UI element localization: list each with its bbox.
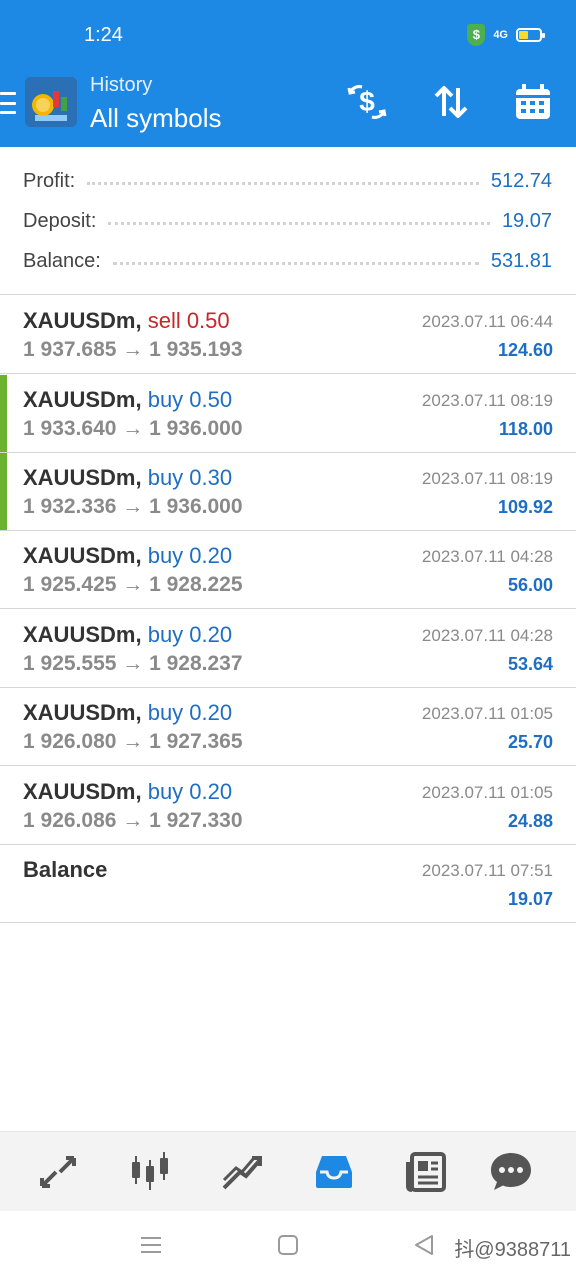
trade-icon[interactable] <box>220 1150 264 1194</box>
deal-profit: 124.60 <box>497 340 553 360</box>
deal-symbol: Balance <box>23 857 108 882</box>
deal-prices: 1 932.336 → 1 936.000 <box>23 495 243 518</box>
summary-balance-row: Balance: 531.81 <box>23 246 552 276</box>
summary-value: 512.74 <box>490 169 552 192</box>
deal-profit: 25.70 <box>507 732 553 752</box>
header-subtitle: History <box>90 74 153 96</box>
deal-profit: 56.00 <box>507 575 553 595</box>
deal-time: 2023.07.11 01:05 <box>421 704 553 723</box>
deal-side: buy 0.20 <box>147 700 233 725</box>
currency-exchange-icon[interactable]: $ <box>347 82 387 122</box>
deal-symbol: XAUUSDm, <box>23 543 142 568</box>
deal-row[interactable]: XAUUSDm, buy 0.20 1 925.425 → 1 928.225 … <box>0 531 576 609</box>
messages-icon[interactable] <box>489 1150 533 1194</box>
deal-time: 2023.07.11 04:28 <box>421 547 553 566</box>
deal-prices: 1 925.555 → 1 928.237 <box>23 652 243 675</box>
summary-value: 531.81 <box>490 249 552 272</box>
quotes-icon[interactable] <box>36 1150 80 1194</box>
position-marker <box>0 453 7 530</box>
summary-label: Profit: <box>23 169 76 192</box>
sort-icon[interactable] <box>431 82 471 122</box>
deal-prices: 1 925.425 → 1 928.225 <box>23 573 243 596</box>
summary-deposit-row: Deposit: 19.07 <box>23 206 552 236</box>
shield-icon: $ <box>467 24 486 46</box>
deal-profit: 24.88 <box>507 811 553 831</box>
deal-row[interactable]: XAUUSDm, buy 0.20 1 925.555 → 1 928.237 … <box>0 610 576 688</box>
deal-side: buy 0.20 <box>147 543 233 568</box>
deal-row[interactable]: XAUUSDm, sell 0.50 1 937.685 → 1 935.193… <box>0 296 576 374</box>
deal-symbol-line: XAUUSDm, buy 0.30 <box>23 465 232 491</box>
deal-row[interactable]: XAUUSDm, buy 0.20 1 926.080 → 1 927.365 … <box>0 688 576 766</box>
deal-profit: 118.00 <box>498 419 553 439</box>
balance-row[interactable]: Balance 2023.07.11 07:51 19.07 <box>0 845 576 923</box>
deal-symbol: XAUUSDm, <box>23 465 142 490</box>
deal-time: 2023.07.11 04:28 <box>421 626 553 645</box>
deal-row[interactable]: XAUUSDm, buy 0.20 1 926.086 → 1 927.330 … <box>0 767 576 845</box>
deal-symbol-line: XAUUSDm, buy 0.20 <box>23 543 232 569</box>
history-icon[interactable] <box>312 1150 356 1194</box>
network-indicator: 4G <box>493 29 508 41</box>
deal-row[interactable]: XAUUSDm, buy 0.30 1 932.336 → 1 936.000 … <box>0 453 576 531</box>
status-time: 1:24 <box>84 24 123 46</box>
deal-profit: 109.92 <box>497 497 553 517</box>
summary-label: Balance: <box>23 249 101 272</box>
bottom-nav <box>0 1131 576 1211</box>
battery-icon <box>516 28 545 42</box>
calendar-icon[interactable] <box>513 82 553 122</box>
summary-label: Deposit: <box>23 209 97 232</box>
deal-side: buy 0.20 <box>147 622 233 647</box>
deal-prices: 1 933.640 → 1 936.000 <box>23 417 243 440</box>
position-marker <box>0 375 7 452</box>
header-title[interactable]: All symbols <box>90 103 221 134</box>
system-nav-bar: 抖@9388711 <box>0 1211 576 1280</box>
back-icon[interactable] <box>414 1234 434 1261</box>
deal-profit: 19.07 <box>507 889 553 909</box>
deal-profit: 53.64 <box>507 654 553 674</box>
deal-symbol-line: XAUUSDm, buy 0.20 <box>23 779 232 805</box>
deal-prices: 1 926.080 → 1 927.365 <box>23 730 243 753</box>
app-logo <box>25 77 77 127</box>
deal-side: buy 0.50 <box>147 387 233 412</box>
deal-prices: 1 937.685 → 1 935.193 <box>23 338 243 361</box>
deal-symbol: XAUUSDm, <box>23 387 142 412</box>
deal-symbol-line: XAUUSDm, buy 0.20 <box>23 700 232 726</box>
summary-value: 19.07 <box>501 209 552 232</box>
deal-symbol-line: XAUUSDm, buy 0.50 <box>23 387 232 413</box>
deal-side: sell 0.50 <box>147 308 230 333</box>
summary-section: Profit: 512.74 Deposit: 19.07 Balance: 5… <box>0 147 576 295</box>
deal-symbol-line: XAUUSDm, sell 0.50 <box>23 308 230 334</box>
deal-side: buy 0.30 <box>147 465 233 490</box>
deal-time: 2023.07.11 08:19 <box>421 469 553 488</box>
chart-icon[interactable] <box>128 1150 172 1194</box>
deal-row[interactable]: XAUUSDm, buy 0.50 1 933.640 → 1 936.000 … <box>0 375 576 453</box>
deal-symbol-line: XAUUSDm, buy 0.20 <box>23 622 232 648</box>
leader-dots <box>108 221 490 225</box>
deal-symbol: XAUUSDm, <box>23 700 142 725</box>
recents-icon[interactable] <box>140 1235 162 1260</box>
leader-dots <box>87 181 479 185</box>
app-bar: 1:24 $ 4G History All symbols $ <box>0 0 576 147</box>
home-icon[interactable] <box>278 1235 298 1260</box>
deal-symbol-line: Balance <box>23 857 107 883</box>
news-icon[interactable] <box>404 1150 448 1194</box>
summary-profit-row: Profit: 512.74 <box>23 166 552 196</box>
deal-prices: 1 926.086 → 1 927.330 <box>23 809 243 832</box>
menu-icon[interactable] <box>0 92 16 114</box>
deal-symbol: XAUUSDm, <box>23 622 142 647</box>
deal-time: 2023.07.11 07:51 <box>421 861 553 880</box>
deal-symbol: XAUUSDm, <box>23 779 142 804</box>
deal-symbol: XAUUSDm, <box>23 308 142 333</box>
watermark-text: 抖@9388711 <box>454 1239 571 1261</box>
deal-time: 2023.07.11 06:44 <box>421 312 553 331</box>
status-icons: $ 4G <box>467 24 545 46</box>
deal-side: buy 0.20 <box>147 779 233 804</box>
deal-time: 2023.07.11 08:19 <box>421 391 553 410</box>
deal-time: 2023.07.11 01:05 <box>421 783 553 802</box>
leader-dots <box>112 261 479 265</box>
svg-text:$: $ <box>359 86 375 117</box>
